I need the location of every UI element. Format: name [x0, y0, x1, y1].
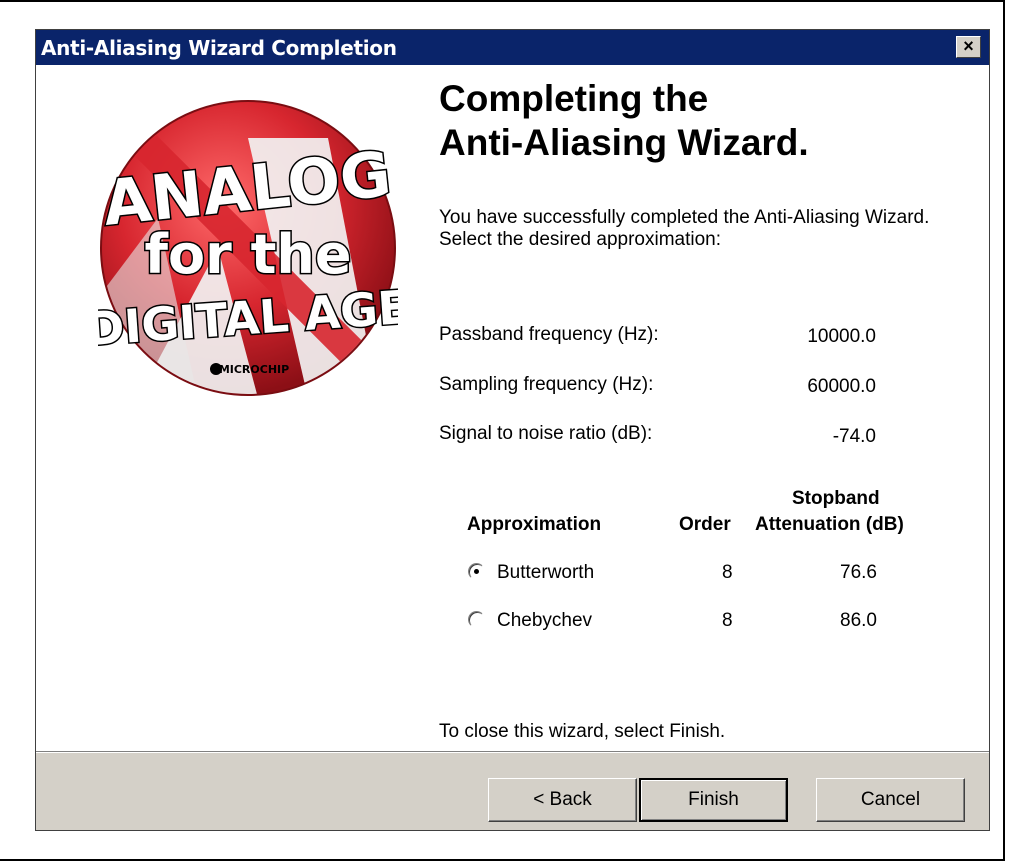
butterworth-attenuation: 76.6: [840, 562, 877, 583]
page-heading: Completing the Anti-Aliasing Wizard.: [439, 77, 959, 165]
col-stopband-line2: Attenuation (dB): [755, 514, 904, 535]
butterworth-label[interactable]: Butterworth: [497, 562, 594, 584]
footer-separator: [36, 751, 989, 753]
sampling-value: 60000.0: [807, 376, 876, 397]
close-icon: ×: [963, 36, 974, 56]
analog-for-the-digital-age-logo: ANALOG for the DIGITAL AGE MICROCHIP: [98, 100, 398, 396]
back-button[interactable]: < Back: [488, 778, 637, 822]
title-bar[interactable]: Anti-Aliasing Wizard Completion ×: [36, 30, 989, 65]
col-approximation: Approximation: [467, 514, 602, 535]
col-stopband-line1: Stopband: [792, 488, 880, 509]
cancel-button[interactable]: Cancel: [816, 778, 965, 822]
heading-line1: Completing the: [439, 78, 709, 119]
heading-line2: Anti-Aliasing Wizard.: [439, 122, 809, 163]
window-title: Anti-Aliasing Wizard Completion: [41, 36, 397, 60]
chebychev-order: 8: [722, 610, 733, 631]
radio-selected-dot: [474, 569, 479, 574]
wizard-content: ANALOG for the DIGITAL AGE MICROCHIP Com…: [36, 65, 989, 751]
finish-button[interactable]: Finish: [639, 778, 788, 822]
passband-label: Passband frequency (Hz):: [439, 324, 659, 345]
passband-value: 10000.0: [807, 326, 876, 347]
butterworth-order: 8: [722, 562, 733, 583]
snr-label: Signal to noise ratio (dB):: [439, 423, 653, 444]
close-button[interactable]: ×: [956, 36, 981, 58]
logo-line2: for the: [145, 223, 352, 286]
wizard-dialog: Anti-Aliasing Wizard Completion × ANALOG…: [35, 29, 990, 831]
sampling-label: Sampling frequency (Hz):: [439, 374, 654, 395]
col-order: Order: [679, 514, 731, 535]
closing-text: To close this wizard, select Finish.: [439, 721, 726, 742]
chebychev-label[interactable]: Chebychev: [497, 610, 592, 632]
chebychev-radio[interactable]: [468, 611, 485, 628]
logo-brand: MICROCHIP: [219, 363, 289, 376]
chebychev-attenuation: 86.0: [840, 610, 877, 631]
snr-value: -74.0: [832, 426, 876, 447]
intro-text: You have successfully completed the Anti…: [439, 207, 930, 250]
butterworth-radio[interactable]: [468, 563, 485, 580]
